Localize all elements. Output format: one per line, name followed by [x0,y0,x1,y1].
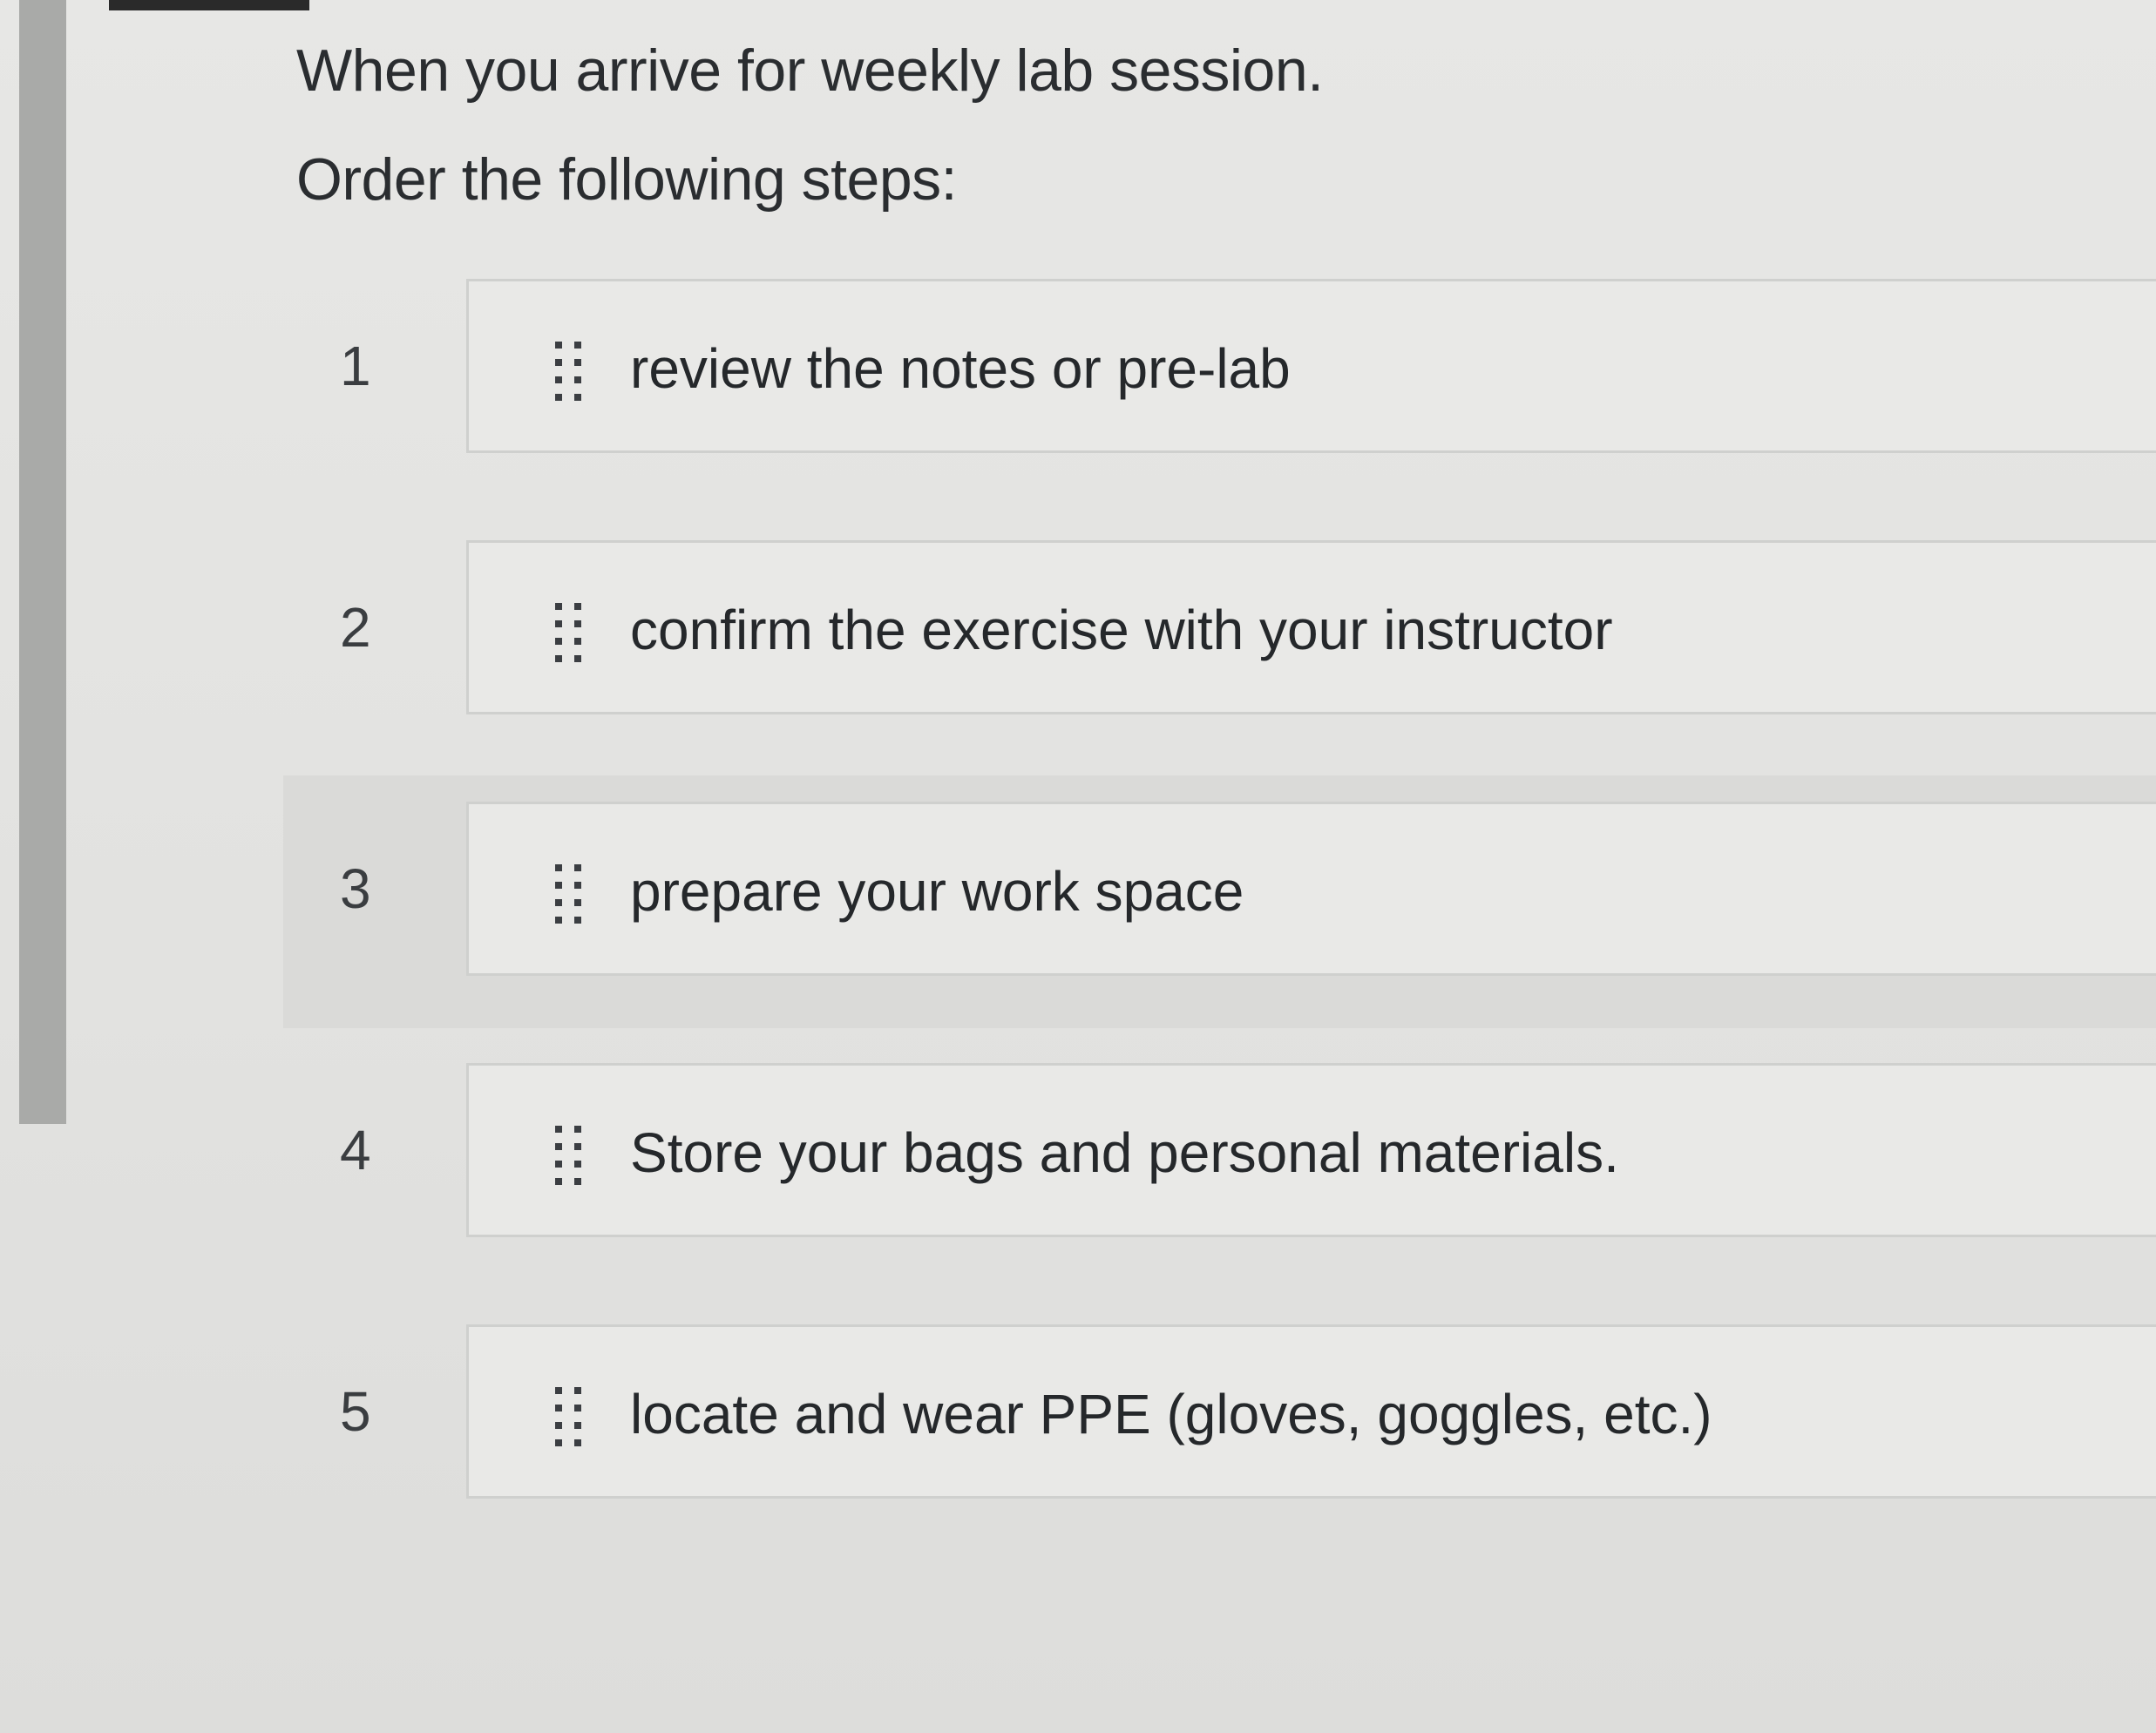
order-row: 2 confirm the exercise with your instruc… [296,514,2156,775]
left-rail-divider [19,0,66,1124]
step-label: locate and wear PPE (gloves, goggles, et… [630,1383,1712,1445]
quiz-page: When you arrive for weekly lab session. … [0,0,2156,1733]
order-row: 3 prepare your work space [283,775,2156,1037]
drag-handle-icon[interactable] [552,338,586,408]
step-label: prepare your work space [630,860,1244,923]
draggable-step-card[interactable]: locate and wear PPE (gloves, goggles, et… [466,1324,2156,1499]
drag-handle-icon[interactable] [552,1384,586,1453]
drag-handle-icon[interactable] [552,861,586,931]
question-instructions: Order the following steps: [296,146,958,213]
order-position: 3 [340,857,371,920]
step-label: Store your bags and personal materials. [630,1121,1619,1184]
question-prompt: When you arrive for weekly lab session. [296,37,1324,104]
order-position: 4 [340,1119,371,1181]
order-row: 1 review the notes or pre-lab [296,253,2156,514]
order-position: 1 [340,335,371,397]
order-row: 5 locate and wear PPE (gloves, goggles, … [296,1298,2156,1560]
draggable-step-card[interactable]: Store your bags and personal materials. [466,1063,2156,1237]
top-bar-accent [109,0,309,10]
order-row: 4 Store your bags and personal materials… [296,1037,2156,1298]
ordering-question: When you arrive for weekly lab session. … [283,0,2156,1733]
order-position: 5 [340,1380,371,1443]
step-label: review the notes or pre-lab [630,337,1291,400]
draggable-step-card[interactable]: prepare your work space [466,802,2156,976]
order-position: 2 [340,596,371,659]
step-label: confirm the exercise with your instructo… [630,599,1613,661]
ordering-list: 1 review the notes or pre-lab 2 confirm … [283,253,2156,1560]
draggable-step-card[interactable]: review the notes or pre-lab [466,279,2156,453]
draggable-step-card[interactable]: confirm the exercise with your instructo… [466,540,2156,714]
drag-handle-icon[interactable] [552,1122,586,1192]
drag-handle-icon[interactable] [552,599,586,669]
